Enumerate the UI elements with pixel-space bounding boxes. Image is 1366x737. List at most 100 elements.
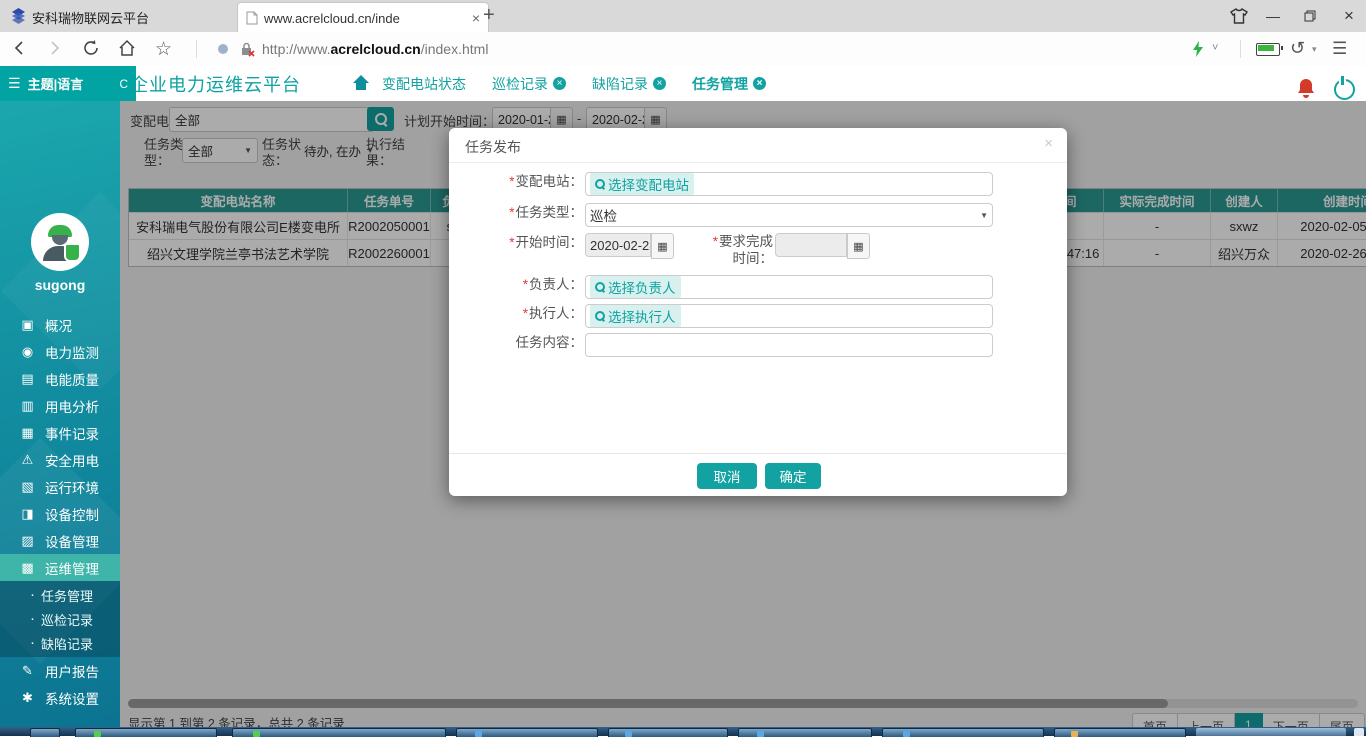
bullet-icon: · — [30, 614, 35, 624]
close-window-button[interactable]: × — [1334, 6, 1364, 26]
avatar[interactable] — [31, 213, 89, 271]
forward-icon[interactable] — [48, 40, 62, 56]
task-publish-modal: 任务发布 × *变配电站： 选择变配电站 *任务类型： 巡检 ▼ *开始时间： … — [449, 128, 1067, 496]
caret-down-icon: ▼ — [980, 211, 988, 220]
sidebar-subitem-0[interactable]: ·任务管理 — [0, 583, 120, 607]
page-title: 企业电力运维云平台 — [130, 71, 301, 97]
home-icon[interactable] — [118, 39, 136, 57]
username: sugong — [0, 277, 120, 293]
om-management-icon: ▩ — [20, 560, 35, 576]
nav-home-icon[interactable] — [352, 74, 370, 91]
sidebar-item-9[interactable]: ▩ 运维管理 — [0, 554, 120, 581]
divider — [1240, 40, 1241, 58]
extension-lightning-icon[interactable] — [1192, 41, 1204, 57]
nav-tab-close-icon[interactable]: × — [653, 77, 666, 90]
sidebar-menu: ▣概况◉电力监测▤电能质量▥用电分析▦事件记录⚠安全用电▧运行环境 ◨ 设备控制 ▨设… — [0, 311, 120, 711]
sidebar-item-10[interactable]: ✎用户报告 — [0, 657, 120, 684]
sidebar-item-5[interactable]: ⚠安全用电 — [0, 446, 120, 473]
nav-tab-3[interactable]: 任务管理× — [692, 66, 766, 104]
browser-tab-bar — [0, 0, 1366, 33]
divider — [196, 40, 197, 58]
site-info-icon[interactable] — [218, 44, 228, 54]
sidebar-item-0[interactable]: ▣概况 — [0, 311, 120, 338]
show-desktop-button[interactable] — [1354, 728, 1364, 736]
search-icon — [595, 179, 605, 189]
favorite-star-icon[interactable]: ☆ — [155, 38, 172, 61]
task-type-value: 巡检 — [590, 205, 617, 225]
undo-dropdown-icon[interactable]: ▾ — [1312, 44, 1317, 55]
sidebar-item-label: 用电分析 — [45, 396, 99, 416]
logout-power-icon[interactable] — [1334, 79, 1355, 100]
station-field[interactable]: 选择变配电站 — [585, 172, 993, 196]
nav-tab-1[interactable]: 巡检记录× — [492, 66, 566, 104]
calendar-icon[interactable]: ▦ — [651, 233, 674, 259]
deadline-input[interactable] — [775, 233, 847, 257]
theme-language-block[interactable]: ☰ 主题|语言 C — [0, 66, 136, 101]
calendar-icon[interactable]: ▦ — [847, 233, 870, 259]
menu-hamburger-icon[interactable]: ☰ — [1332, 39, 1347, 59]
alarm-bell-icon[interactable] — [1296, 78, 1316, 99]
select-station-chip[interactable]: 选择变配电站 — [590, 173, 694, 195]
sidebar-item-7[interactable]: ◨ 设备控制 — [0, 500, 120, 527]
search-icon — [595, 282, 605, 292]
executor-field[interactable]: 选择执行人 — [585, 304, 993, 328]
task-type-select[interactable]: 巡检 ▼ — [585, 203, 993, 227]
nav-tab-close-icon[interactable]: × — [553, 77, 566, 90]
sidebar-item-2[interactable]: ▤电能质量 — [0, 365, 120, 392]
restore-button[interactable] — [1295, 6, 1325, 26]
select-executor-chip[interactable]: 选择执行人 — [590, 305, 681, 327]
owner-field-label: *负责人： — [463, 275, 583, 294]
sidebar-subitem-1[interactable]: ·巡检记录 — [0, 607, 120, 631]
battery-icon[interactable] — [1256, 43, 1280, 56]
browser-tab-title: www.acrelcloud.cn/inde — [264, 11, 466, 26]
new-tab-button[interactable]: + — [483, 4, 495, 27]
minimize-button[interactable]: — — [1258, 6, 1288, 26]
insecure-lock-icon[interactable] — [240, 42, 255, 57]
shield-icon — [64, 243, 81, 262]
sidebar-item-3[interactable]: ▥用电分析 — [0, 392, 120, 419]
refresh-page-icon[interactable]: C — [119, 77, 128, 91]
undo-icon[interactable]: ↺ — [1290, 38, 1305, 59]
nav-tab-label: 变配电站状态 — [382, 74, 466, 94]
confirm-button[interactable]: 确定 — [765, 463, 821, 489]
owner-field[interactable]: 选择负责人 — [585, 275, 993, 299]
tab-close-icon[interactable]: × — [472, 10, 480, 26]
sidebar: sugong ▣概况◉电力监测▤电能质量▥用电分析▦事件记录⚠安全用电▧运行环境… — [0, 101, 120, 736]
start-time-input[interactable]: 2020-02-28 — [585, 233, 651, 257]
url-text[interactable]: http://www.acrelcloud.cn/index.html — [262, 41, 488, 57]
nav-tab-2[interactable]: 缺陷记录 × — [592, 66, 666, 104]
sidebar-subitem-label: 缺陷记录 — [41, 634, 93, 653]
modal-footer-divider — [449, 453, 1067, 454]
sidebar-item-8[interactable]: ▨设备管理 — [0, 527, 120, 554]
sidebar-toggle-icon[interactable]: ☰ — [8, 75, 21, 92]
nav-tab-0[interactable]: 变配电站状态 — [382, 66, 466, 104]
sidebar-item-label: 事件记录 — [45, 423, 99, 443]
select-owner-chip[interactable]: 选择负责人 — [590, 276, 681, 298]
back-icon[interactable] — [12, 40, 26, 56]
browser-tab[interactable]: www.acrelcloud.cn/inde × — [237, 2, 489, 33]
chevron-down-icon[interactable]: ˅ — [1212, 42, 1218, 54]
sidebar-item-label: 运维管理 — [45, 558, 99, 578]
taskbar-tray[interactable] — [1196, 728, 1346, 736]
user-report-icon: ✎ — [20, 663, 35, 679]
nav-tab-close-icon[interactable]: × — [753, 77, 766, 90]
modal-close-icon[interactable]: × — [1044, 135, 1053, 152]
sidebar-subitem-label: 任务管理 — [41, 586, 93, 605]
nav-tab-label: 缺陷记录 — [592, 74, 648, 94]
page-favicon-icon — [246, 11, 258, 25]
sidebar-item-1[interactable]: ◉电力监测 — [0, 338, 120, 365]
sidebar-item-6[interactable]: ▧运行环境 — [0, 473, 120, 500]
theme-language-label[interactable]: 主题|语言 — [28, 74, 84, 93]
sidebar-subitem-2[interactable]: ·缺陷记录 — [0, 631, 120, 655]
sidebar-item-label: 运行环境 — [45, 477, 99, 497]
sidebar-item-4[interactable]: ▦事件记录 — [0, 419, 120, 446]
sidebar-item-label: 设备控制 — [45, 504, 99, 524]
task-content-input[interactable] — [585, 333, 993, 357]
device-control-icon: ◨ — [20, 506, 35, 522]
skin-theme-icon[interactable] — [1230, 8, 1248, 24]
refresh-icon[interactable] — [82, 39, 100, 57]
cancel-button[interactable]: 取消 — [697, 463, 757, 489]
station-field-label: *变配电站： — [463, 172, 583, 191]
sidebar-item-label: 电力监测 — [45, 342, 99, 362]
sidebar-item-11[interactable]: ✱系统设置 — [0, 684, 120, 711]
